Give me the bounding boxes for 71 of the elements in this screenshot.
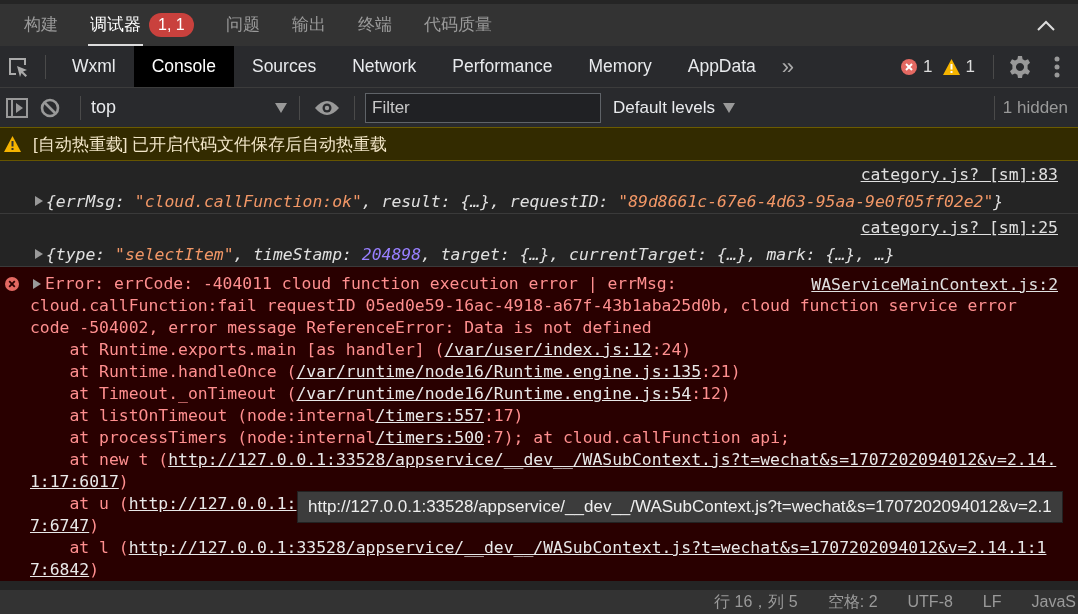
log-object-text[interactable]: {errMsg: "cloud.callFunction:ok", result: {…}, requestID: "89d8661c-67e6-4d63-95aa-9e0f05ff02e2"} — [46, 191, 1004, 211]
devtools-tab[interactable]: Network — [334, 46, 435, 87]
source-link[interactable]: category.js? [sm]:25 — [860, 218, 1058, 242]
source-link[interactable]: WAServiceMainContext.js:2 — [811, 274, 1058, 294]
settings-icon[interactable] — [1008, 54, 1032, 79]
context-select[interactable]: top — [89, 97, 291, 118]
source-link[interactable]: category.js? [sm]:83 — [860, 165, 1058, 189]
error-text: at new t (http://127.0.0.1:33528/appservice/__dev__/WASubContext.js?t=wechat&s=1707202094012&v=2.14. — [68, 449, 1058, 471]
link-tooltip: http://127.0.0.1:33528/appservice/__dev__/WASubContext.js?t=wechat&s=1707202094012&v=2.1 — [297, 491, 1063, 523]
error-text: 7:6842) — [30, 559, 101, 581]
source-link[interactable]: /timers:557 — [375, 406, 484, 425]
expand-triangle-icon[interactable] — [34, 196, 43, 206]
error-count: 1 — [923, 56, 933, 77]
error-text: code -504002, error message ReferenceError: Data is not defined — [30, 317, 653, 339]
more-tabs-button[interactable]: » — [773, 53, 803, 80]
error-text: at processTimers (node:internal/timers:500:7); at cloud.callFunction api; — [68, 427, 791, 449]
inspect-icon[interactable] — [7, 55, 29, 78]
source-link[interactable]: http://127.0.0.1:33528/appservice/__dev__/WASubContext.js?t=wechat&s=1707202094012&v=2.14.1:1 — [128, 538, 1047, 557]
error-text: at Runtime.exports.main [as handler] (/var/user/index.js:12:24) — [68, 339, 693, 361]
error-icon — [4, 276, 20, 292]
source-link[interactable]: http://127.0.0.1:33528/appservice/__dev__/WASubContext.js?t=wechat&s=1707202094012&v=2.14. — [168, 450, 1057, 469]
warning-count: 1 — [965, 56, 975, 77]
sidebar-toggle-icon[interactable] — [6, 97, 28, 118]
panel-tab[interactable]: 代码质量 — [407, 4, 508, 46]
source-link[interactable]: http://127.0.0.1: — [128, 494, 297, 513]
devtools-tab[interactable]: Sources — [233, 46, 335, 87]
dropdown-caret-icon — [275, 102, 287, 113]
devtools-tab[interactable]: Console — [133, 46, 234, 87]
expand-triangle-icon[interactable] — [34, 249, 43, 259]
hidden-count: 1 hidden — [1002, 97, 1068, 118]
warning-icon — [4, 136, 21, 152]
levels-dropdown[interactable]: Default levels — [613, 97, 736, 118]
panel-tab[interactable]: 终端 — [341, 4, 408, 46]
expand-triangle-icon[interactable] — [32, 279, 41, 289]
kebab-menu-icon[interactable] — [1054, 55, 1060, 78]
count-badge: 1, 1 — [149, 13, 194, 37]
error-text: Error: errCode: -404011 cloud function execution error | errMsg: — [45, 273, 677, 295]
source-link[interactable]: /timers:500 — [375, 428, 484, 447]
devtools-tab[interactable]: Wxml — [54, 46, 134, 87]
devtools-tab[interactable]: Performance — [434, 46, 571, 87]
dropdown-caret-icon — [723, 102, 736, 113]
panel-tab[interactable]: 问题 — [209, 4, 276, 46]
status-item[interactable]: JavaS — [1031, 593, 1076, 611]
error-text: cloud.callFunction:fail requestID 05ed0e59-16ac-4918-a67f-43b1aba25d0b, cloud function service error — [30, 295, 1018, 317]
status-item[interactable]: 空格: 2 — [827, 591, 878, 613]
error-text: at Runtime.handleOnce (/var/runtime/node16/Runtime.engine.js:135:21) — [68, 361, 742, 383]
status-item[interactable]: 行 16，列 5 — [714, 591, 798, 613]
source-link[interactable]: 7:6842 — [30, 560, 90, 579]
status-item[interactable]: LF — [982, 593, 1002, 611]
source-link[interactable]: /var/runtime/node16/Runtime.engine.js:54 — [296, 384, 692, 403]
source-link[interactable]: /var/runtime/node16/Runtime.engine.js:135 — [296, 362, 702, 381]
devtools-tab[interactable]: AppData — [669, 46, 774, 87]
error-text: at l (http://127.0.0.1:33528/appservice/__dev__/WASubContext.js?t=wechat&s=1707202094012&v=2.14.1:1 — [68, 537, 1048, 559]
devtools-tab[interactable]: Memory — [570, 46, 670, 87]
log-object-text[interactable]: {type: "selectItem", timeStamp: 204898, target: {…}, currentTarget: {…}, mark: {…}, …} — [46, 244, 895, 264]
error-text: at listOnTimeout (node:internal/timers:557:17) — [68, 405, 525, 427]
chevron-up-icon[interactable] — [1036, 19, 1056, 31]
source-link[interactable]: 7:6747 — [30, 516, 90, 535]
panel-tab[interactable]: 输出 — [275, 4, 342, 46]
eye-icon[interactable] — [314, 99, 340, 116]
source-link[interactable]: /var/user/index.js:12 — [444, 340, 652, 359]
filter-field[interactable]: Filter — [365, 92, 601, 123]
clear-console-icon[interactable] — [40, 97, 60, 118]
source-link[interactable]: 1:17:6017 — [30, 472, 119, 491]
panel-tab[interactable]: 构建 — [8, 4, 74, 46]
error-icon — [901, 58, 918, 75]
error-text: at Timeout._onTimeout (/var/runtime/node16/Runtime.engine.js:54:12) — [68, 383, 732, 405]
warning-icon — [942, 58, 960, 75]
error-text: 1:17:6017) — [30, 471, 130, 493]
warning-text: [自动热重载] 已开启代码文件保存后自动热重载 — [33, 133, 388, 156]
status-item[interactable]: UTF-8 — [907, 593, 953, 611]
